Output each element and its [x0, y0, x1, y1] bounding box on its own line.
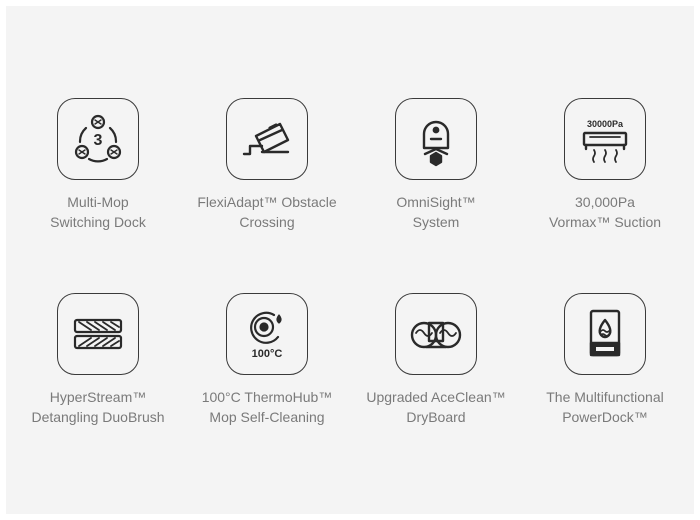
feature-label: Multi-Mop Switching Dock — [50, 192, 146, 232]
duobrush-icon — [57, 293, 139, 375]
feature-label-line2: Vormax™ Suction — [548, 214, 662, 230]
dryboard-icon — [395, 293, 477, 375]
feature-label: Upgraded AceClean™ DryBoard — [366, 387, 505, 427]
feature-label-line2: PowerDock™ — [562, 409, 648, 425]
suction-value-text: 30000Pa — [587, 119, 624, 129]
feature-label-line2: Switching Dock — [50, 214, 146, 230]
feature-label-line1: 100°C ThermoHub™ — [201, 389, 333, 405]
feature-suction: 30000Pa 30,000Pa Vormax™ Suction — [520, 98, 690, 232]
feature-label: HyperStream™ Detangling DuoBrush — [31, 387, 164, 427]
feature-label: OmniSight™ System — [396, 192, 475, 232]
feature-label-line1: FlexiAdapt™ Obstacle — [197, 194, 337, 210]
feature-powerdock: The Multifunctional PowerDock™ — [520, 293, 690, 427]
feature-thermohub: 100°C 100°C ThermoHub™ Mop Self-Cleaning — [182, 293, 352, 427]
feature-label-line2: System — [412, 214, 460, 230]
obstacle-crossing-icon — [226, 98, 308, 180]
feature-label-line2: Crossing — [239, 214, 295, 230]
temperature-text: 100°C — [252, 348, 283, 360]
feature-label-line1: Multi-Mop — [67, 194, 129, 210]
feature-label: FlexiAdapt™ Obstacle Crossing — [197, 192, 336, 232]
feature-label-line2: Mop Self-Cleaning — [209, 409, 325, 425]
feature-label-line1: 30,000Pa — [575, 194, 635, 210]
feature-obstacle-crossing: FlexiAdapt™ Obstacle Crossing — [182, 98, 352, 232]
feature-label-line1: The Multifunctional — [546, 389, 664, 405]
feature-label: The Multifunctional PowerDock™ — [546, 387, 664, 427]
feature-label-line1: OmniSight™ — [396, 194, 476, 210]
feature-omnisight: OmniSight™ System — [351, 98, 521, 232]
feature-label-line1: HyperStream™ — [49, 389, 147, 405]
feature-label-line2: DryBoard — [406, 409, 466, 425]
omnisight-robot-icon — [395, 98, 477, 180]
feature-label: 30,000Pa Vormax™ Suction — [549, 192, 661, 232]
feature-label-line1: Upgraded AceClean™ — [366, 389, 506, 405]
powerdock-icon — [564, 293, 646, 375]
features-panel: 3 Multi-Mop Switching Dock FlexiAdapt™ O… — [6, 6, 694, 514]
feature-duobrush: HyperStream™ Detangling DuoBrush — [13, 293, 183, 427]
feature-dryboard: Upgraded AceClean™ DryBoard — [351, 293, 521, 427]
multi-mop-number: 3 — [94, 132, 103, 149]
feature-multi-mop-dock: 3 Multi-Mop Switching Dock — [13, 98, 183, 232]
suction-power-icon: 30000Pa — [564, 98, 646, 180]
feature-label: 100°C ThermoHub™ Mop Self-Cleaning — [202, 387, 333, 427]
multi-mop-dock-icon: 3 — [57, 98, 139, 180]
thermohub-icon: 100°C — [226, 293, 308, 375]
feature-label-line2: Detangling DuoBrush — [31, 409, 165, 425]
